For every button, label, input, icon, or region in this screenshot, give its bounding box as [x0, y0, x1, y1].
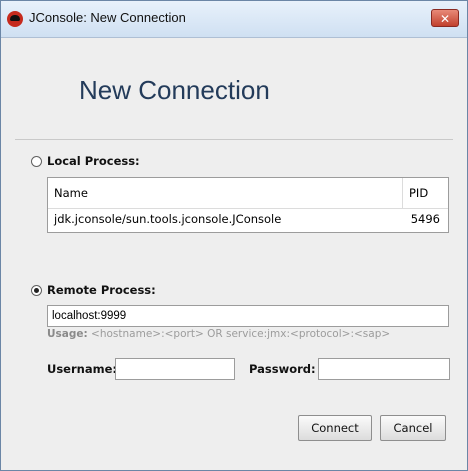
process-pid-cell: 5496 [410, 212, 440, 226]
remote-process-label: Remote Process: [47, 283, 156, 297]
remote-process-radio[interactable] [31, 285, 42, 296]
window-title: JConsole: New Connection [29, 10, 186, 25]
close-button[interactable]: ✕ [431, 9, 459, 27]
connect-button[interactable]: Connect [298, 415, 372, 441]
page-title: New Connection [79, 75, 270, 105]
remote-address-input[interactable] [47, 305, 449, 327]
column-header-name[interactable]: Name [54, 186, 88, 200]
table-row[interactable]: jdk.jconsole/sun.tools.jconsole.JConsole… [48, 208, 448, 230]
password-input[interactable] [318, 358, 450, 380]
password-label: Password: [249, 362, 316, 376]
usage-hint: Usage: <hostname>:<port> OR service:jmx:… [47, 328, 390, 340]
username-label: Username: [47, 362, 117, 376]
jconsole-app-icon [7, 11, 23, 27]
process-name-cell: jdk.jconsole/sun.tools.jconsole.JConsole [54, 212, 282, 226]
local-process-radio[interactable] [31, 156, 42, 167]
username-input[interactable] [115, 358, 235, 380]
dialog-window: JConsole: New Connection ✕ New Connectio… [0, 0, 468, 471]
title-bar[interactable]: JConsole: New Connection ✕ [1, 1, 467, 38]
header-divider [15, 139, 453, 140]
usage-text: <hostname>:<port> OR service:jmx:<protoc… [91, 328, 391, 340]
column-header-pid-label: PID [409, 186, 429, 200]
table-header: Name PID [48, 178, 448, 209]
process-table: Name PID jdk.jconsole/sun.tools.jconsole… [47, 177, 449, 233]
cancel-button[interactable]: Cancel [380, 415, 446, 441]
usage-label: Usage: [47, 328, 88, 340]
column-header-pid[interactable]: PID [402, 178, 448, 208]
local-process-label: Local Process: [47, 154, 140, 168]
